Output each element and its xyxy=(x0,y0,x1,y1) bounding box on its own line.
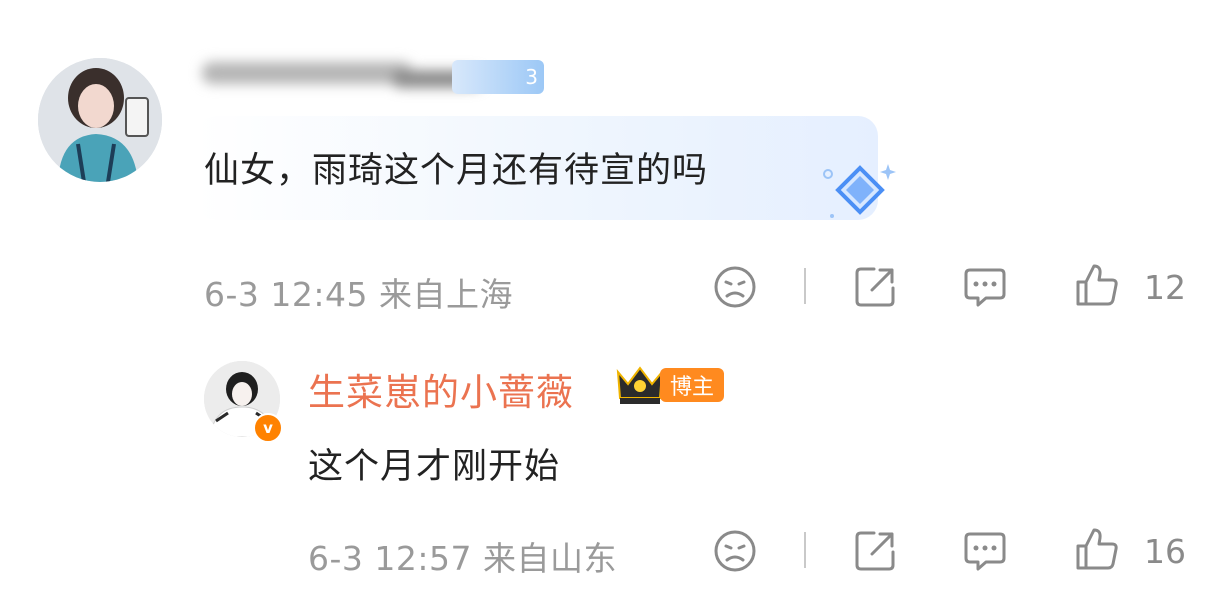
separator xyxy=(804,532,806,568)
blogger-username[interactable]: 生菜崽的小蔷薇 xyxy=(308,362,574,416)
diamond-decoration-icon xyxy=(823,164,896,218)
verified-badge-icon: v xyxy=(253,413,283,443)
reply-meta: 6-3 12:57 来自山东 xyxy=(308,539,617,578)
reply-text[interactable]: 这个月才刚开始 xyxy=(308,438,560,489)
dislike-face-icon[interactable] xyxy=(712,264,758,310)
comment-icon[interactable] xyxy=(962,528,1008,574)
like-count: 12 xyxy=(1144,268,1186,307)
share-icon[interactable] xyxy=(852,528,898,574)
level-badge-text: 3 xyxy=(525,65,538,89)
separator xyxy=(804,268,806,304)
like-icon[interactable] xyxy=(1074,526,1120,572)
comment-text[interactable]: 仙女，雨琦这个月还有待宣的吗 xyxy=(204,142,708,193)
comment-icon[interactable] xyxy=(962,264,1008,310)
blogger-badge: 博主 xyxy=(660,368,724,402)
like-icon[interactable] xyxy=(1074,262,1120,308)
like-count: 16 xyxy=(1144,532,1186,571)
commenter-avatar[interactable] xyxy=(38,58,162,182)
dislike-face-icon[interactable] xyxy=(712,528,758,574)
comment-meta: 6-3 12:45 来自上海 xyxy=(204,275,513,314)
level-badge: 3 xyxy=(452,60,544,94)
crown-icon xyxy=(616,366,664,404)
share-icon[interactable] xyxy=(852,264,898,310)
